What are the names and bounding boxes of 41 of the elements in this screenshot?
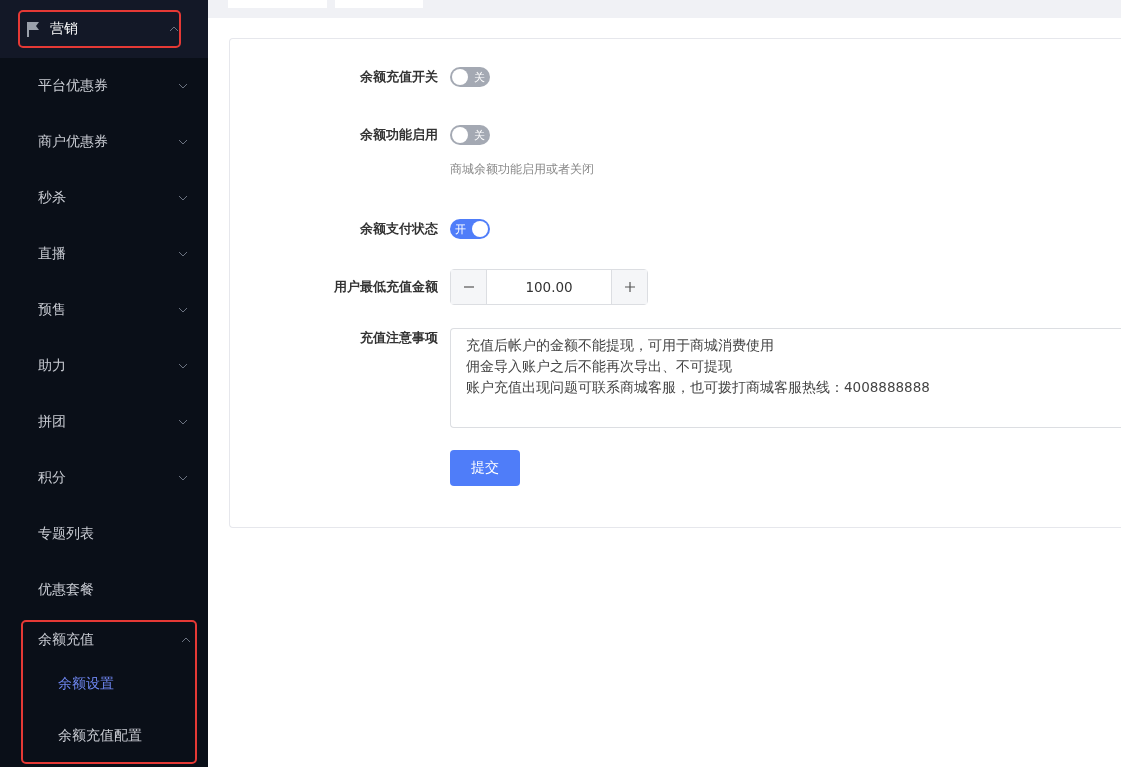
- plus-icon: [623, 281, 636, 293]
- menu-group[interactable]: 直播: [0, 226, 208, 282]
- menu-group[interactable]: 预售: [0, 282, 208, 338]
- chevron-icon: [178, 363, 188, 369]
- chevron-icon: [178, 307, 188, 313]
- field-label: 用户最低充值金额: [333, 278, 439, 296]
- chevron-icon: [178, 251, 188, 257]
- plus-button[interactable]: [611, 270, 647, 304]
- menu-header[interactable]: 营销: [18, 10, 181, 48]
- menu-group[interactable]: 商户优惠券: [0, 114, 208, 170]
- chevron-icon: [178, 139, 188, 145]
- menu-group[interactable]: 秒杀: [0, 170, 208, 226]
- notes-line: 充值后帐户的金额不能提现，可用于商城消费使用: [466, 336, 775, 355]
- menu-item[interactable]: 专题列表: [0, 506, 208, 562]
- minus-button[interactable]: [451, 270, 487, 304]
- menu-group[interactable]: 积分: [0, 450, 208, 506]
- flag-icon: [26, 21, 40, 37]
- notes-line: 账户充值出现问题可联系商城客服，也可拨打商城客服热线：4008888888: [466, 378, 931, 397]
- field-label: 余额充值开关: [359, 68, 439, 86]
- hint-text: 商城余额功能启用或者关闭: [450, 161, 594, 178]
- submenu-item[interactable]: 余额充值配置: [23, 710, 195, 762]
- menu-group[interactable]: 平台优惠券: [0, 58, 208, 114]
- chevron-icon: [178, 195, 188, 201]
- chevron-icon: [181, 637, 191, 643]
- chevron-icon: [178, 475, 188, 481]
- chevron-icon: [169, 26, 179, 32]
- menu-group[interactable]: 拼团: [0, 394, 208, 450]
- menu-item[interactable]: 优惠套餐: [0, 562, 208, 618]
- submenu-item[interactable]: 余额设置: [23, 658, 195, 710]
- field-label: 余额支付状态: [359, 220, 439, 238]
- menu-group[interactable]: 助力: [0, 338, 208, 394]
- field-label: 充值注意事项: [359, 329, 439, 347]
- notes-line: 佣金导入账户之后不能再次导出、不可提现: [466, 357, 733, 376]
- menu-group[interactable]: 余额充值: [23, 622, 195, 658]
- chevron-icon: [178, 83, 188, 89]
- submit-button[interactable]: 提交: [450, 450, 520, 486]
- toggle-switch[interactable]: 开: [450, 219, 490, 239]
- number-stepper[interactable]: 100.00: [450, 269, 648, 305]
- field-label: 余额功能启用: [359, 126, 439, 144]
- chevron-icon: [178, 419, 188, 425]
- notes-textarea[interactable]: 充值后帐户的金额不能提现，可用于商城消费使用 佣金导入账户之后不能再次导出、不可提现 账户充值出现问题可联系商城客服，也可拨打商城客服热线：4008888888: [450, 328, 1121, 428]
